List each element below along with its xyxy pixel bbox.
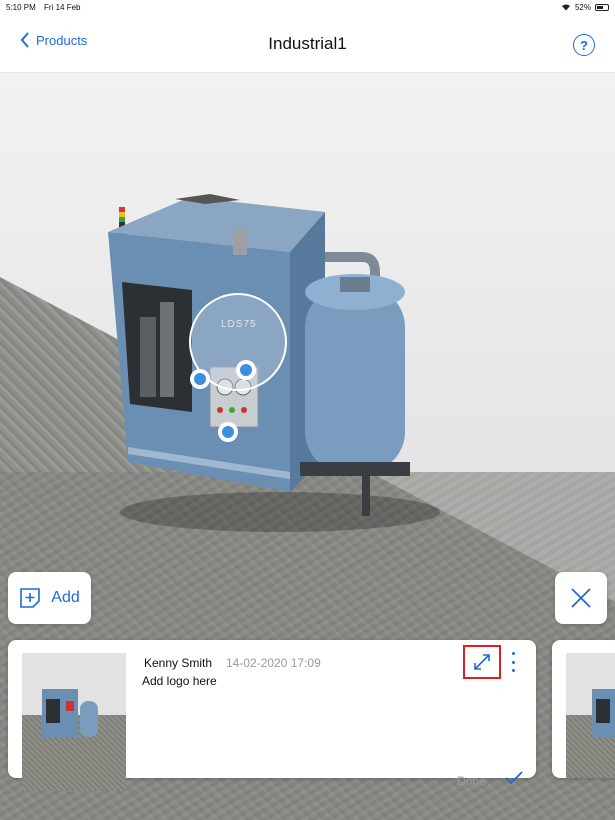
industrial-machine-model[interactable] (100, 192, 440, 532)
annotation-card[interactable]: Kenny Smith 14-02-2020 17:09 Add logo he… (8, 640, 536, 791)
done-label: Done (457, 774, 486, 788)
machine-label: LDS75 (221, 319, 257, 330)
annotation-text: Add logo here (142, 674, 217, 688)
help-button[interactable]: ? (573, 34, 595, 56)
battery-percent: 52% (574, 2, 591, 12)
add-note-icon (20, 588, 41, 608)
thumbnail-machine (42, 689, 98, 737)
close-button[interactable] (555, 572, 607, 624)
annotation-thumbnail[interactable] (22, 653, 126, 791)
add-button[interactable]: Add (8, 572, 91, 624)
annotation-author: Kenny Smith (144, 656, 213, 670)
thumbnail-machine (592, 689, 615, 737)
navigation-bar: Products Industrial1 ? (0, 14, 615, 73)
annotation-timestamp: 14-02-2020 17:09 (226, 656, 321, 670)
status-time: 5:10 PM (6, 2, 36, 12)
next-annotation-thumbnail[interactable] (566, 653, 615, 778)
status-bar: 5:10 PM Fri 14 Feb 52% (0, 0, 615, 14)
more-dot-icon (511, 669, 515, 672)
add-button-label: Add (51, 589, 80, 606)
more-dot-icon (511, 652, 515, 655)
checkmark-icon[interactable] (504, 770, 524, 786)
battery-icon (595, 3, 609, 11)
page-title: Industrial1 (268, 34, 347, 53)
expand-icon (474, 654, 490, 670)
next-annotation-card[interactable] (552, 640, 615, 778)
expand-button[interactable] (463, 645, 501, 679)
close-icon (571, 588, 591, 608)
more-dot-icon (511, 660, 515, 664)
help-icon: ? (580, 37, 588, 53)
wifi-icon (561, 4, 570, 11)
more-options-button[interactable] (507, 652, 519, 672)
status-date: Fri 14 Feb (44, 2, 81, 12)
